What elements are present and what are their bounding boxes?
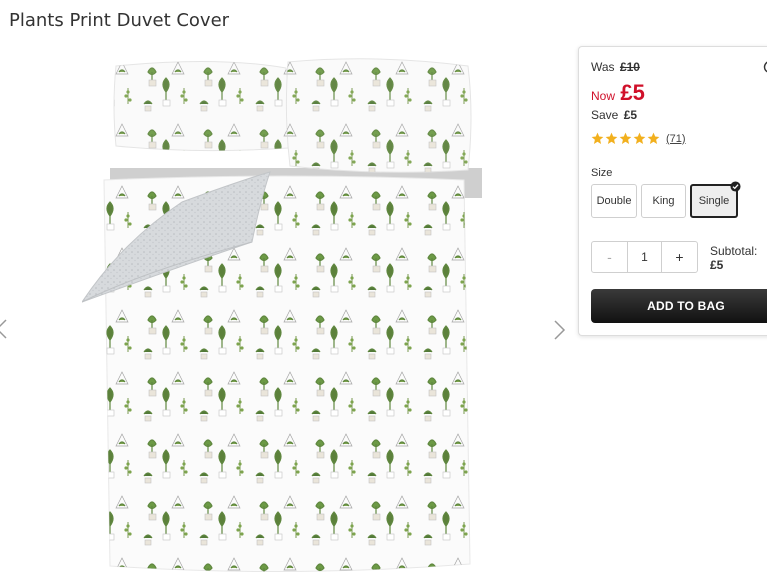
duvet-illustration bbox=[80, 58, 490, 573]
star-icon bbox=[591, 132, 604, 145]
was-price-row: Was £10 bbox=[591, 60, 640, 74]
next-image-chevron-icon[interactable] bbox=[553, 319, 567, 341]
now-price-row: Now £5 bbox=[591, 80, 645, 106]
save-amount: £5 bbox=[623, 108, 638, 122]
now-price: £5 bbox=[620, 80, 645, 105]
previous-image-chevron-icon[interactable] bbox=[0, 318, 8, 340]
quantity-decrease-button[interactable]: - bbox=[592, 242, 627, 272]
product-image-duvet[interactable] bbox=[80, 58, 490, 578]
save-row: Save £5 bbox=[591, 108, 637, 122]
wishlist-heart-icon[interactable] bbox=[763, 60, 767, 74]
was-price: £10 bbox=[619, 60, 640, 74]
was-label: Was bbox=[591, 60, 615, 74]
save-label: Save bbox=[591, 108, 619, 122]
quantity-stepper: - 1 + bbox=[591, 241, 698, 273]
size-option-king[interactable]: King bbox=[641, 184, 686, 218]
size-label: Size bbox=[591, 167, 613, 179]
review-count-link[interactable]: (71) bbox=[666, 133, 686, 145]
size-option-single-label: Single bbox=[698, 195, 730, 207]
product-title: Plants Print Duvet Cover bbox=[9, 10, 230, 31]
selected-check-icon bbox=[730, 181, 741, 192]
subtotal-label: Subtotal: bbox=[710, 244, 758, 258]
quantity-increase-button[interactable]: + bbox=[662, 242, 697, 272]
size-option-single[interactable]: Single bbox=[690, 181, 741, 218]
rating: (71) bbox=[591, 132, 686, 145]
subtotal-value: £5 bbox=[710, 258, 724, 272]
star-icon bbox=[619, 132, 632, 145]
quantity-input[interactable]: 1 bbox=[627, 242, 662, 272]
add-to-bag-button[interactable]: ADD TO BAG bbox=[591, 289, 767, 323]
purchase-panel: Was £10 Now £5 Save £5 (71) Size Double … bbox=[578, 46, 767, 336]
now-label: Now bbox=[591, 89, 616, 103]
size-options: Double King Single bbox=[591, 181, 741, 218]
star-icon bbox=[647, 132, 660, 145]
size-option-double[interactable]: Double bbox=[591, 184, 637, 218]
star-icon bbox=[605, 132, 618, 145]
subtotal: Subtotal: £5 bbox=[710, 244, 757, 272]
star-icon bbox=[633, 132, 646, 145]
